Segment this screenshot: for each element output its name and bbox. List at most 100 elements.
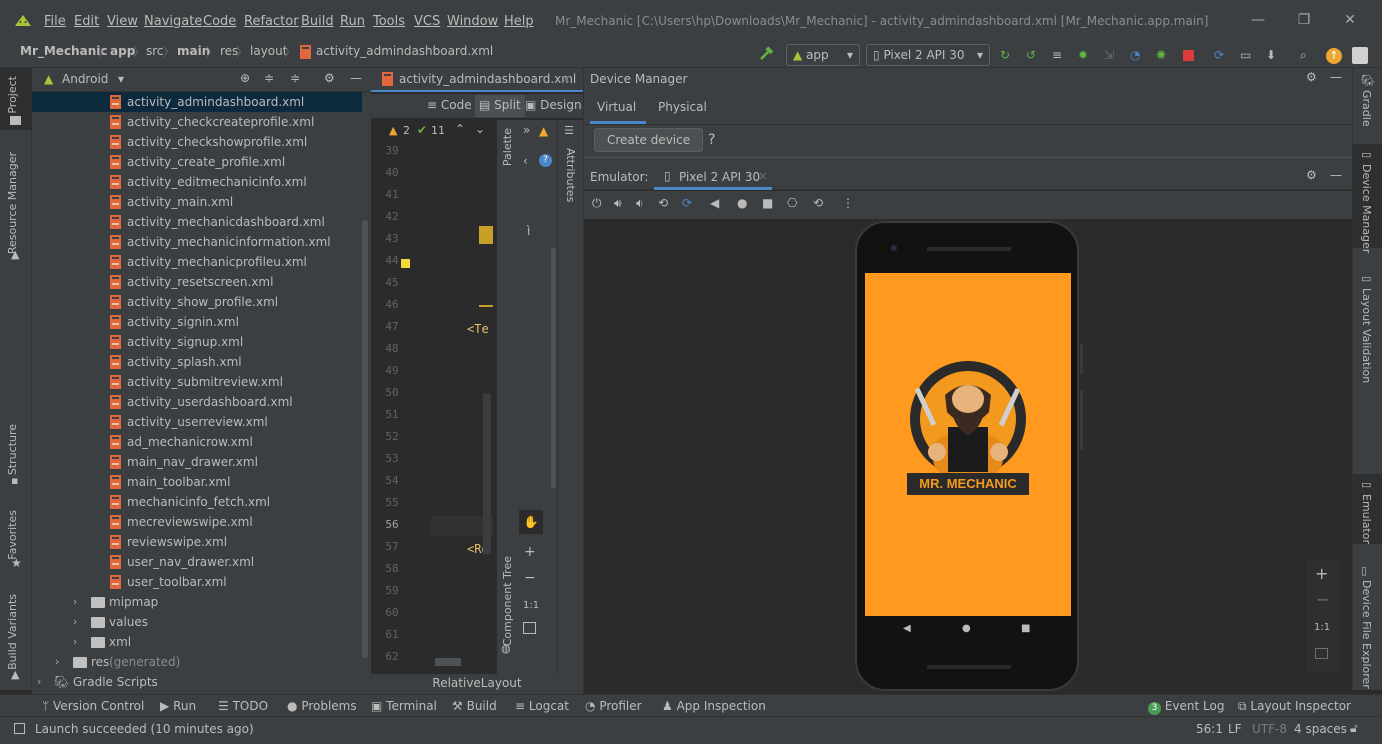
- help-button[interactable]: ?: [708, 132, 715, 148]
- palette-tab[interactable]: Palette: [501, 128, 514, 166]
- list-item[interactable]: activity_mechanicinformation.xml: [32, 232, 362, 252]
- menu-view[interactable]: View: [107, 14, 138, 29]
- event-log-tab[interactable]: 3 Event Log: [1148, 699, 1224, 715]
- attach-debugger-icon[interactable]: ⇲: [1104, 48, 1120, 64]
- list-item[interactable]: activity_splash.xml: [32, 352, 362, 372]
- horizontal-scrollbar[interactable]: [435, 658, 461, 666]
- previous-highlight-icon[interactable]: ⌃: [455, 122, 465, 136]
- cursor-position[interactable]: 56:1: [1196, 722, 1223, 736]
- stop-icon[interactable]: [1183, 50, 1194, 61]
- zoom-fit-icon[interactable]: [1315, 648, 1328, 659]
- hammer-icon[interactable]: [758, 46, 774, 62]
- chevron-right-icon[interactable]: ›: [37, 672, 41, 692]
- list-item[interactable]: activity_submitreview.xml: [32, 372, 362, 392]
- rotate-right-icon[interactable]: ⟳: [682, 196, 692, 210]
- version-control-tab[interactable]: ᛘ Version Control: [42, 699, 144, 713]
- phone-recents-button[interactable]: ■: [1021, 623, 1030, 634]
- menu-file[interactable]: File: [44, 14, 66, 29]
- list-item[interactable]: activity_main.xml: [32, 192, 362, 212]
- list-item[interactable]: › res (generated): [32, 652, 362, 672]
- expand-all-icon[interactable]: ≑: [264, 71, 274, 85]
- close-tab-icon[interactable]: ×: [758, 169, 768, 183]
- list-item[interactable]: activity_create_profile.xml: [32, 152, 362, 172]
- logcat-icon[interactable]: ≡: [1052, 48, 1068, 64]
- warning-icon[interactable]: ▲: [389, 124, 397, 137]
- app-screen[interactable]: MR. MECHANIC: [865, 273, 1071, 616]
- layout-inspector-tab[interactable]: ⧉ Layout Inspector: [1238, 699, 1351, 714]
- app-inspection-tab[interactable]: ♟ App Inspection: [662, 699, 766, 713]
- gear-icon[interactable]: ⚙: [324, 71, 335, 85]
- zoom-out-icon[interactable]: −: [524, 570, 536, 586]
- menu-run[interactable]: Run: [340, 14, 365, 29]
- tool-tab-gradle[interactable]: Gradle: [1360, 90, 1373, 127]
- chevron-right-icon[interactable]: ›: [73, 632, 77, 652]
- problems-tab[interactable]: ● Problems: [287, 699, 357, 713]
- debug-icon[interactable]: ✹: [1078, 48, 1094, 64]
- list-item[interactable]: activity_mechanicdashboard.xml: [32, 212, 362, 232]
- layout-root-label[interactable]: RelativeLayout: [432, 676, 521, 690]
- list-item[interactable]: activity_checkcreateprofile.xml: [32, 112, 362, 132]
- sync-gradle-icon[interactable]: ⟳: [1214, 48, 1230, 64]
- breadcrumb-project[interactable]: Mr_Mechanic: [20, 44, 107, 58]
- locate-icon[interactable]: ⊕: [240, 71, 250, 85]
- breadcrumb-app[interactable]: app: [110, 44, 135, 58]
- chevron-down-icon[interactable]: ▾: [118, 72, 124, 86]
- tool-tab-device-file-explorer[interactable]: Device File Explorer: [1360, 580, 1373, 689]
- list-item[interactable]: activity_signin.xml: [32, 312, 362, 332]
- phone-home-button[interactable]: ●: [962, 623, 971, 634]
- profile-icon[interactable]: ◔: [1130, 48, 1146, 64]
- project-view-label[interactable]: Android: [62, 72, 108, 86]
- emulator-device-tab[interactable]: ▯ Pixel 2 API 30 ×: [654, 164, 772, 190]
- zoom-in-icon[interactable]: +: [524, 544, 536, 560]
- list-item[interactable]: main_nav_drawer.xml: [32, 452, 362, 472]
- breadcrumb-file[interactable]: activity_admindashboard.xml: [316, 44, 493, 58]
- menu-build[interactable]: Build: [301, 14, 334, 29]
- chevron-right-icon[interactable]: ›: [73, 592, 77, 612]
- list-item[interactable]: activity_signup.xml: [32, 332, 362, 352]
- list-item[interactable]: user_nav_drawer.xml: [32, 552, 362, 572]
- menu-navigate[interactable]: Navigate: [144, 14, 202, 29]
- collapse-arrow-icon[interactable]: »: [523, 123, 530, 137]
- list-item[interactable]: activity_resetscreen.xml: [32, 272, 362, 292]
- list-item[interactable]: activity_admindashboard.xml: [32, 92, 362, 112]
- list-item[interactable]: › mipmap: [32, 592, 362, 612]
- warning-icon[interactable]: ▲: [539, 124, 548, 138]
- list-item[interactable]: user_toolbar.xml: [32, 572, 362, 592]
- bookmark-marker[interactable]: [401, 259, 410, 268]
- debug-bug-icon[interactable]: ✺: [1156, 48, 1172, 64]
- indent-setting[interactable]: 4 spaces: [1294, 722, 1347, 736]
- list-item[interactable]: activity_mechanicprofileu.xml: [32, 252, 362, 272]
- phone-back-button[interactable]: ◀: [903, 623, 911, 634]
- zoom-fit-icon[interactable]: [523, 622, 536, 634]
- zoom-in-icon[interactable]: +: [1315, 564, 1328, 583]
- chevron-right-icon[interactable]: ›: [55, 652, 59, 672]
- chevron-right-icon[interactable]: ›: [73, 612, 77, 632]
- snapshot-icon[interactable]: ⟲: [813, 196, 823, 210]
- restore-icon[interactable]: ❐: [1294, 12, 1314, 28]
- device-manager-icon[interactable]: ▭: [1240, 48, 1256, 64]
- hide-icon[interactable]: —: [1330, 70, 1342, 84]
- tool-tab-layout-validation[interactable]: Layout Validation: [1360, 288, 1373, 383]
- minimize-icon[interactable]: —: [1248, 12, 1268, 28]
- todo-tab[interactable]: ☰ TODO: [218, 699, 268, 713]
- tool-tab-project[interactable]: Project: [6, 76, 19, 114]
- list-item[interactable]: › xml: [32, 632, 362, 652]
- tool-tab-device-manager[interactable]: Device Manager: [1360, 164, 1373, 253]
- info-icon[interactable]: ì: [527, 224, 530, 238]
- scrollbar[interactable]: [362, 220, 368, 658]
- list-item[interactable]: activity_checkshowprofile.xml: [32, 132, 362, 152]
- power-icon[interactable]: ⏻: [592, 196, 602, 211]
- list-item[interactable]: › 🐘︎ Gradle Scripts: [32, 672, 362, 692]
- run-config-select[interactable]: ▲ app ▾: [786, 44, 860, 66]
- apply-changes-restart-icon[interactable]: ↻: [1000, 48, 1016, 64]
- gear-icon[interactable]: ⚙: [1306, 70, 1317, 84]
- camera-icon[interactable]: ⎔: [787, 196, 797, 210]
- tool-tab-resource-manager[interactable]: Resource Manager: [6, 152, 19, 254]
- collapse-all-icon[interactable]: ≑: [290, 71, 300, 85]
- pan-hand-icon[interactable]: ✋: [519, 510, 543, 534]
- tool-windows-icon[interactable]: [14, 723, 25, 734]
- list-item[interactable]: mecreviewswipe.xml: [32, 512, 362, 532]
- list-item[interactable]: mechanicinfo_fetch.xml: [32, 492, 362, 512]
- list-item[interactable]: activity_userreview.xml: [32, 412, 362, 432]
- back-icon[interactable]: ‹: [523, 154, 528, 168]
